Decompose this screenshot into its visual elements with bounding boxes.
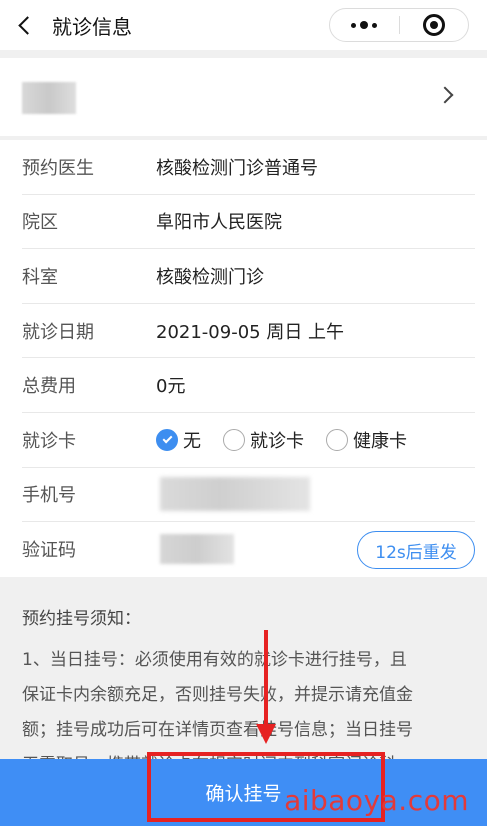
empty-circle-icon (326, 428, 348, 451)
radio-health-card[interactable]: 健康卡 (326, 427, 407, 453)
phone-row: 手机号 (22, 468, 475, 523)
fee-row: 总费用 0元 (22, 358, 475, 413)
patient-selector[interactable] (0, 58, 487, 136)
date-row: 就诊日期 2021-09-05 周日 上午 (22, 304, 475, 359)
notice-line: 保证卡内余额充足，否则挂号失败，并提示请充值金 (22, 685, 413, 705)
patient-name-blurred (22, 82, 76, 114)
fee-label: 总费用 (22, 376, 76, 398)
visit-info-form: 预约医生 核酸检测门诊普通号 院区 阜阳市人民医院 科室 核酸检测门诊 就诊日期… (0, 140, 487, 577)
notice-line: 1、当日挂号：必须使用有效的就诊卡进行挂号，且 (22, 650, 407, 670)
card-radio-group: 无 就诊卡 健康卡 (156, 427, 429, 453)
radio-visit-card[interactable]: 就诊卡 (223, 427, 304, 453)
radio-visit-card-label: 就诊卡 (250, 430, 304, 452)
doctor-value: 核酸检测门诊普通号 (156, 157, 318, 179)
chevron-left-icon (17, 15, 37, 35)
department-value: 核酸检测门诊 (156, 266, 264, 288)
check-circle-icon (156, 428, 178, 451)
card-label: 就诊卡 (22, 430, 76, 452)
card-row: 就诊卡 无 就诊卡 健康卡 (22, 413, 475, 468)
verify-label: 验证码 (22, 540, 76, 562)
doctor-label: 预约医生 (22, 157, 94, 179)
back-button[interactable] (0, 0, 48, 50)
resend-code-button[interactable]: 12s后重发 (357, 531, 475, 570)
annotation-arrow-head (256, 724, 276, 744)
verify-code-input-blurred[interactable] (160, 534, 234, 565)
more-dots-icon (351, 22, 357, 28)
target-close-icon (422, 14, 445, 36)
date-label: 就诊日期 (22, 321, 94, 343)
verify-row: 验证码 12s后重发 (22, 522, 475, 577)
nav-bar: 就诊信息 (0, 0, 487, 50)
doctor-row: 预约医生 核酸检测门诊普通号 (22, 140, 475, 195)
radio-none-label: 无 (183, 430, 201, 452)
page-title: 就诊信息 (52, 14, 132, 39)
notice-line: 额；挂号成功后可在详情页查看挂号信息；当日挂号 (22, 720, 413, 740)
date-value: 2021-09-05 周日 上午 (156, 321, 345, 343)
phone-input-blurred[interactable] (160, 477, 310, 512)
campus-value: 阜阳市人民医院 (156, 212, 282, 234)
more-dots-icon-center (360, 21, 369, 29)
radio-health-card-label: 健康卡 (353, 430, 407, 452)
fee-value: 0元 (156, 376, 186, 398)
radio-none[interactable]: 无 (156, 427, 201, 453)
campus-label: 院区 (22, 212, 58, 234)
close-button[interactable] (400, 14, 469, 36)
campus-row: 院区 阜阳市人民医院 (22, 195, 475, 250)
department-row: 科室 核酸检测门诊 (22, 249, 475, 304)
mini-program-capsule (329, 8, 469, 42)
annotation-arrow (264, 630, 268, 730)
empty-circle-icon (223, 428, 245, 451)
chevron-right-icon (436, 86, 454, 104)
more-dots-icon-right (372, 22, 378, 28)
watermark: aibaoya.com (284, 784, 469, 817)
phone-label: 手机号 (22, 485, 76, 507)
notice-title: 预约挂号须知： (22, 609, 141, 629)
department-label: 科室 (22, 266, 58, 288)
more-button[interactable] (330, 21, 399, 29)
